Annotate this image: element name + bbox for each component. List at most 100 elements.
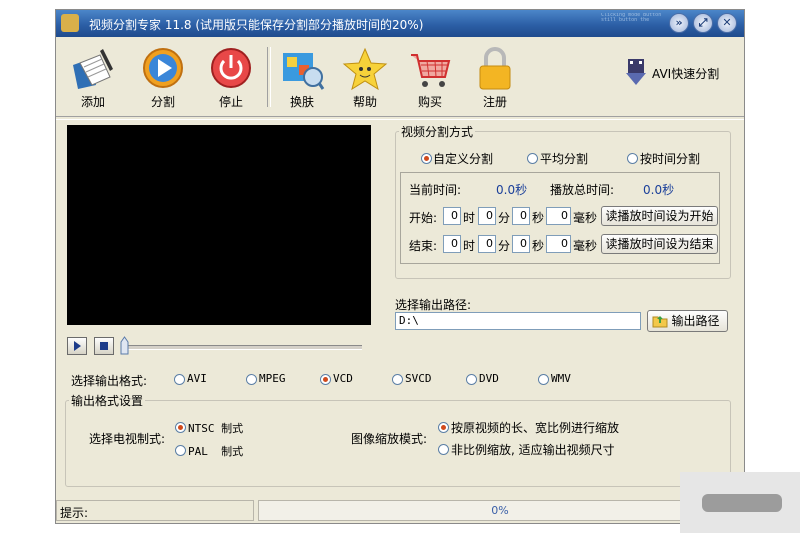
unit-minute: 分 <box>498 239 511 253</box>
avi-split-label: AVI快速分割 <box>652 67 720 81</box>
radio-time-split[interactable] <box>627 153 638 164</box>
stop-button[interactable]: 停止 <box>201 37 261 117</box>
radio-scale-keep-ratio[interactable] <box>438 422 449 433</box>
toolbar-label: 注册 <box>482 95 507 109</box>
toolbar-label: 分割 <box>150 95 175 109</box>
radio-label: DVD <box>479 372 499 385</box>
radio-label: VCD <box>333 372 353 385</box>
play-split-icon <box>143 48 183 88</box>
end-hour-input[interactable]: 0 <box>443 235 461 253</box>
skin-palette-icon <box>283 53 325 90</box>
restore-icon[interactable]: ⤢ <box>693 13 713 33</box>
radio-format-mpeg[interactable] <box>246 374 257 385</box>
radio-label: 按原视频的长、宽比例进行缩放 <box>451 421 620 435</box>
corner-overlay <box>680 472 800 533</box>
unit-second: 秒 <box>532 239 545 253</box>
unit-hour: 时 <box>463 211 476 225</box>
radio-format-dvd[interactable] <box>466 374 477 385</box>
output-path-button-label: 输出路径 <box>671 314 720 328</box>
start-hour-input[interactable]: 0 <box>443 207 461 225</box>
video-preview[interactable] <box>67 125 371 325</box>
progress-text: 0% <box>491 504 509 517</box>
stop-power-icon <box>211 48 251 88</box>
output-path-button[interactable]: 输出路径 <box>647 310 728 332</box>
stop-playback-button[interactable] <box>94 337 114 355</box>
pin-icon[interactable]: » <box>669 13 689 33</box>
output-format-label: 选择输出格式: <box>71 374 148 388</box>
start-ms-input[interactable]: 0 <box>546 207 571 225</box>
avi-split-button[interactable]: AVI快速分割 <box>624 59 740 85</box>
buy-button[interactable]: 购买 <box>400 37 460 117</box>
set-start-button[interactable]: 读播放时间设为开始 <box>601 206 718 226</box>
split-mode-legend: 视频分割方式 <box>401 125 474 139</box>
set-end-button[interactable]: 读播放时间设为结束 <box>601 234 718 254</box>
radio-tv-ntsc[interactable] <box>175 422 186 433</box>
end-minute-input[interactable]: 0 <box>478 235 496 253</box>
tv-standard-label: 选择电视制式: <box>89 432 166 446</box>
start-minute-input[interactable]: 0 <box>478 207 496 225</box>
seek-track[interactable] <box>128 345 362 350</box>
radio-format-svcd[interactable] <box>392 374 403 385</box>
radio-format-vcd[interactable] <box>320 374 331 385</box>
cart-icon <box>411 54 451 87</box>
end-label: 结束: <box>409 239 438 253</box>
window-title: 视频分割专家 11.8 (试用版只能保存分割部分播放时间的20%) <box>89 18 424 32</box>
status-bar: 提示: 0% <box>56 498 744 523</box>
radio-label: WMV <box>551 372 571 385</box>
end-second-input[interactable]: 0 <box>512 235 530 253</box>
hint-label: 提示: <box>60 506 89 520</box>
radio-label: 自定义分割 <box>433 152 494 166</box>
skin-button[interactable]: 换肤 <box>272 37 332 117</box>
lock-icon <box>479 47 511 90</box>
watermark-logo <box>702 494 782 512</box>
play-button[interactable] <box>67 337 87 355</box>
end-ms-input[interactable]: 0 <box>546 235 571 253</box>
radio-label: 非比例缩放, 适应输出视频尺寸 <box>451 443 615 457</box>
total-time-label: 播放总时间: <box>550 183 615 197</box>
radio-average-split[interactable] <box>527 153 538 164</box>
app-window: 视频分割专家 11.8 (试用版只能保存分割部分播放时间的20%) Clicki… <box>55 9 745 524</box>
toolbar-label: 换肤 <box>289 95 314 109</box>
film-download-icon <box>626 59 646 85</box>
current-time-label: 当前时间: <box>409 183 462 197</box>
split-button[interactable]: 分割 <box>133 37 193 117</box>
format-settings-legend: 输出格式设置 <box>71 394 144 408</box>
current-time-value: 0.0秒 <box>496 183 528 197</box>
title-bar[interactable]: 视频分割专家 11.8 (试用版只能保存分割部分播放时间的20%) Clicki… <box>56 10 744 37</box>
unit-ms: 毫秒 <box>573 211 598 225</box>
stop-icon <box>100 342 108 350</box>
radio-label: 按时间分割 <box>640 152 701 166</box>
start-label: 开始: <box>409 211 438 225</box>
total-time-value: 0.0秒 <box>643 183 675 197</box>
output-path-label: 选择输出路径: <box>395 298 472 312</box>
hint-panel: 提示: <box>56 500 254 521</box>
radio-label: MPEG <box>259 372 286 385</box>
scale-mode-label: 图像缩放模式: <box>351 432 428 446</box>
start-second-input[interactable]: 0 <box>512 207 530 225</box>
output-path-field[interactable]: D:\ <box>395 312 641 330</box>
unit-hour: 时 <box>463 239 476 253</box>
play-icon <box>74 341 81 351</box>
register-button[interactable]: 注册 <box>465 37 525 117</box>
help-star-icon <box>342 47 388 91</box>
radio-format-wmv[interactable] <box>538 374 549 385</box>
folder-icon <box>652 316 668 328</box>
close-icon[interactable]: ✕ <box>717 13 737 33</box>
unit-second: 秒 <box>532 211 545 225</box>
toolbar-label: 添加 <box>80 95 105 109</box>
radio-tv-pal[interactable] <box>175 445 186 456</box>
radio-label: SVCD <box>405 372 432 385</box>
toolbar-separator <box>267 47 271 107</box>
radio-custom-split[interactable] <box>421 153 432 164</box>
radio-label: NTSC 制式 <box>188 422 244 435</box>
toolbar-label: 购买 <box>417 95 442 109</box>
seek-thumb[interactable] <box>120 336 129 355</box>
toolbar-divider <box>56 116 744 120</box>
radio-label: 平均分割 <box>540 152 589 166</box>
radio-label: PAL 制式 <box>188 445 244 458</box>
radio-scale-stretch[interactable] <box>438 444 449 455</box>
radio-format-avi[interactable] <box>174 374 185 385</box>
unit-minute: 分 <box>498 211 511 225</box>
add-button[interactable]: 添加 <box>63 37 123 117</box>
help-button[interactable]: 帮助 <box>335 37 395 117</box>
